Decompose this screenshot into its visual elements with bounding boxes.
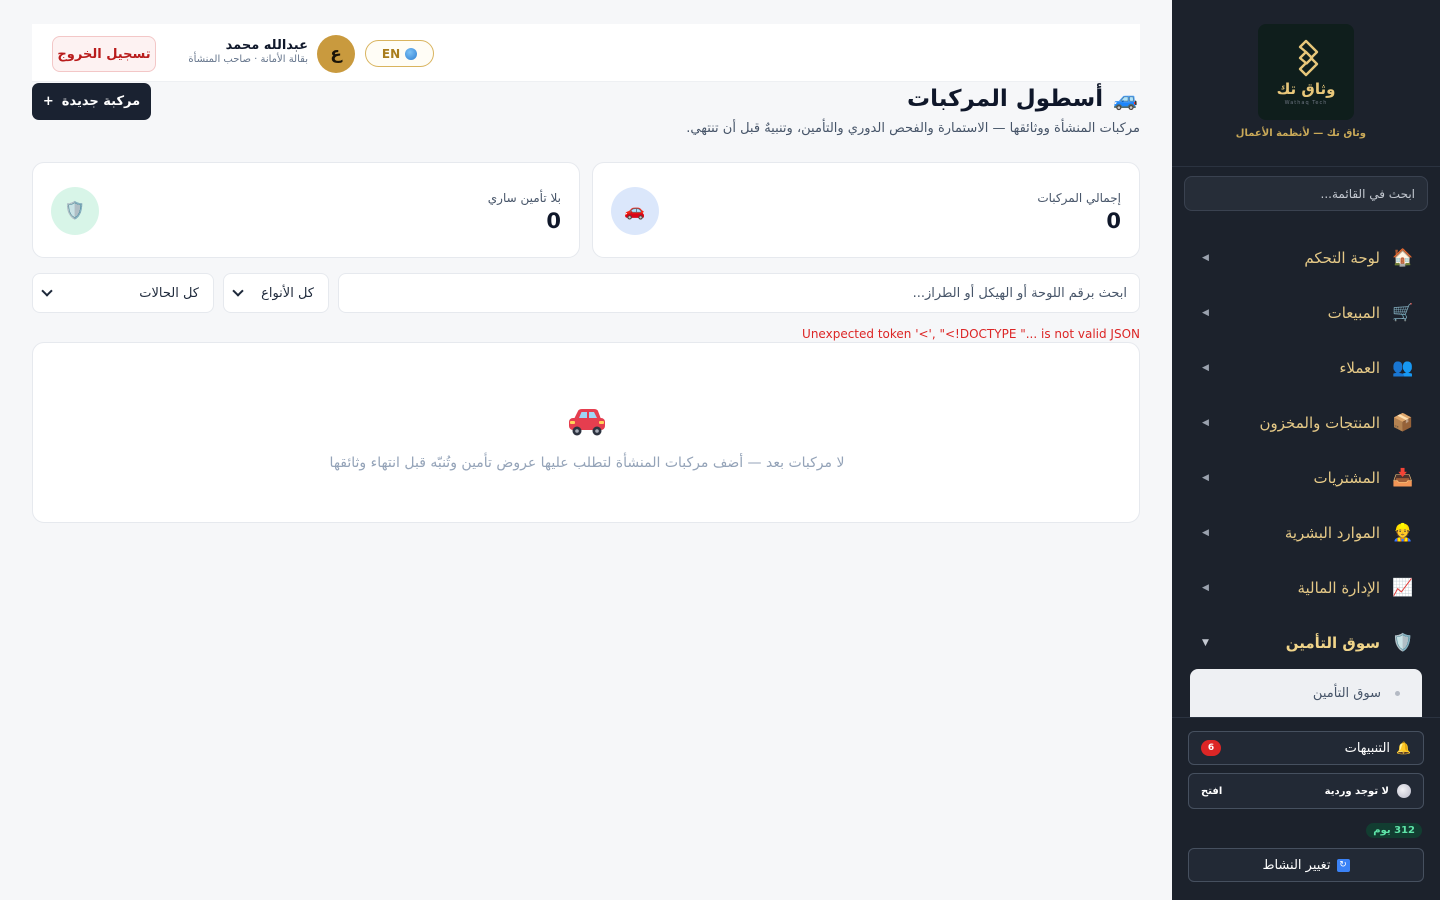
caret-left-icon: ◀ [1202, 308, 1209, 318]
plus-icon: + [42, 94, 54, 109]
stat-card-uninsured: بلا تأمين ساري 0 🛡️ [32, 162, 580, 258]
users-icon: 👥 [1392, 358, 1414, 378]
sidebar-item-label: الموارد البشرية [1284, 524, 1380, 542]
shield-icon: 🛡️ [51, 187, 99, 235]
worker-icon: 👷 [1392, 523, 1414, 543]
chevron-down-icon [41, 285, 53, 297]
sidebar-subitem-label: سوق التأمين [1312, 685, 1381, 701]
alerts-button[interactable]: 🔔 التنبيهات 6 [1188, 731, 1424, 765]
car-icon: 🚙 [1113, 87, 1138, 111]
caret-left-icon: ◀ [1202, 528, 1209, 538]
stat-value: 0 [1106, 209, 1121, 233]
vehicle-search-input[interactable]: ابحث برقم اللوحة أو الهيكل أو الطراز... [338, 273, 1140, 313]
sidebar-item-dashboard[interactable]: 🏠 لوحة التحكم ◀ [1184, 238, 1428, 278]
page-title-text: أسطول المركبات [907, 86, 1104, 112]
bell-icon: 🔔 [1396, 741, 1411, 755]
sidebar-item-label: المبيعات [1327, 304, 1380, 322]
user-info: عبدالله محمد بقالة الأمانة · صاحب المنشأ… [174, 38, 308, 65]
alerts-label: التنبيهات [1344, 740, 1391, 756]
caret-left-icon: ◀ [1202, 418, 1209, 428]
alerts-count-badge: 6 [1201, 740, 1221, 756]
caret-left-icon: ◀ [1202, 363, 1209, 373]
logo-subtext: Wathaq Tech [1284, 100, 1328, 106]
inbox-icon: 📥 [1392, 468, 1414, 488]
sidebar-item-label: لوحة التحكم [1304, 249, 1380, 267]
car-icon: 🚗 [611, 187, 659, 235]
open-shift-button[interactable]: افتح [1201, 786, 1222, 797]
cart-icon: 🛒 [1392, 303, 1414, 323]
stat-value: 0 [546, 209, 561, 233]
brand-tagline: وثاق تك — لأنظمة الأعمال [1235, 128, 1366, 139]
logout-button[interactable]: تسجيل الخروج [52, 36, 156, 72]
refresh-icon: ↻ [1336, 858, 1350, 872]
sidebar-item-label: الإدارة المالية [1297, 579, 1380, 597]
caret-left-icon: ◀ [1202, 583, 1209, 593]
language-label: EN [381, 46, 401, 61]
switch-business-label: تغيير النشاط [1262, 857, 1331, 873]
page-description: مركبات المنشأة ووثائقها — الاستمارة والف… [686, 121, 1140, 136]
stat-card-total-vehicles: إجمالي المركبات 0 🚗 [592, 162, 1140, 258]
sidebar-item-label: سوق التأمين [1285, 634, 1380, 652]
brand-logo[interactable]: وثاق تك Wathaq Tech [1258, 24, 1354, 120]
chart-icon: 📈 [1392, 578, 1414, 598]
status-filter-select[interactable]: كل الحالات [32, 273, 214, 313]
sidebar-item-label: المنتجات والمخزون [1259, 414, 1380, 432]
type-filter-select[interactable]: كل الأنواع [223, 273, 329, 313]
logo-mark-icon [1298, 39, 1319, 77]
sidebar-item-sales[interactable]: 🛒 المبيعات ◀ [1184, 293, 1428, 333]
sidebar-search-input[interactable]: ابحث في القائمة... [1184, 176, 1428, 211]
sidebar-item-products[interactable]: 📦 المنتجات والمخزون ◀ [1184, 403, 1428, 443]
sidebar-item-customers[interactable]: 👥 العملاء ◀ [1184, 348, 1428, 388]
caret-down-icon: ▼ [1202, 638, 1209, 648]
shift-status: لا توجد وردية افتح [1188, 773, 1424, 809]
new-vehicle-label: مركبة جديدة [61, 94, 141, 109]
caret-left-icon: ◀ [1202, 473, 1209, 483]
stat-label: إجمالي المركبات [1037, 191, 1121, 205]
sidebar-item-finance[interactable]: 📈 الإدارة المالية ◀ [1184, 568, 1428, 608]
error-message: Unexpected token '<', "<!DOCTYPE "... is… [802, 327, 1140, 341]
sidebar-divider [1172, 717, 1440, 718]
package-icon: 📦 [1392, 413, 1414, 433]
globe-icon [405, 47, 418, 60]
switch-business-button[interactable]: ↻ تغيير النشاط [1188, 848, 1424, 882]
type-filter-value: كل الأنواع [261, 285, 314, 301]
sidebar-item-purchases[interactable]: 📥 المشتريات ◀ [1184, 458, 1428, 498]
sidebar-item-insurance[interactable]: 🛡️ سوق التأمين ▼ [1184, 623, 1428, 663]
empty-state: لا مركبات بعد — أضف مركبات المنشأة لتطلب… [32, 342, 1140, 523]
shield-icon: 🛡️ [1392, 633, 1414, 653]
sidebar-item-label: المشتريات [1313, 469, 1380, 487]
shift-label: لا توجد وردية [1324, 785, 1389, 797]
bullet-icon [1395, 690, 1400, 696]
stat-label: بلا تأمين ساري [487, 191, 561, 205]
house-icon: 🏠 [1392, 248, 1414, 268]
sidebar-item-hr[interactable]: 👷 الموارد البشرية ◀ [1184, 513, 1428, 553]
subscription-days-badge: 312 يوم [1366, 823, 1422, 838]
moon-icon [1397, 784, 1411, 798]
avatar[interactable]: ع [317, 35, 355, 73]
page-title: 🚙 أسطول المركبات [907, 86, 1138, 112]
sidebar-item-label: العملاء [1339, 359, 1380, 377]
new-vehicle-button[interactable]: مركبة جديدة + [32, 83, 151, 120]
status-filter-value: كل الحالات [139, 285, 199, 301]
car-icon [569, 409, 605, 436]
top-bar: تسجيل الخروج عبدالله محمد بقالة الأمانة … [32, 24, 1140, 82]
user-role: بقالة الأمانة · صاحب المنشأة [188, 54, 308, 65]
sidebar: وثاق تك Wathaq Tech وثاق تك — لأنظمة الأ… [1172, 0, 1440, 900]
logo-text: وثاق تك [1276, 80, 1336, 98]
sidebar-subitem-insurance-market[interactable]: سوق التأمين [1190, 669, 1422, 717]
language-toggle-button[interactable]: EN [365, 40, 434, 67]
sidebar-divider [1172, 166, 1440, 167]
empty-state-message: لا مركبات بعد — أضف مركبات المنشأة لتطلب… [329, 455, 845, 471]
caret-left-icon: ◀ [1202, 253, 1209, 263]
chevron-down-icon [232, 285, 244, 297]
user-name: عبدالله محمد [225, 38, 308, 53]
